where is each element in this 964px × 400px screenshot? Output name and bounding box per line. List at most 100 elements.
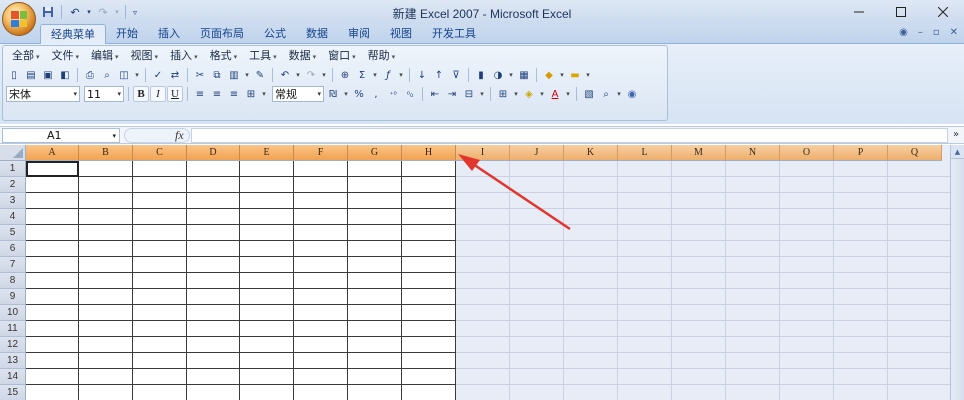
row-header-5[interactable]: 5 bbox=[0, 225, 26, 241]
clipart-dropdown-icon[interactable]: ▾ bbox=[558, 67, 566, 83]
merge-center-icon[interactable]: ⊞ bbox=[243, 86, 259, 102]
gridlines-icon[interactable]: ▦ bbox=[516, 67, 532, 83]
active-cell[interactable] bbox=[26, 161, 79, 177]
help-icon[interactable]: ◉ bbox=[624, 86, 640, 102]
font-color-dropdown-icon[interactable]: ▾ bbox=[564, 86, 572, 102]
tab-3[interactable]: 页面布局 bbox=[190, 24, 254, 44]
research-dropdown-icon[interactable]: ▾ bbox=[133, 67, 141, 83]
row-header-7[interactable]: 7 bbox=[0, 257, 26, 273]
name-box[interactable]: A1 ▾ bbox=[2, 128, 120, 143]
permission-icon[interactable]: ◧ bbox=[57, 67, 73, 83]
column-header-k[interactable]: K bbox=[564, 145, 618, 161]
menu-item-3[interactable]: 视图 ▾ bbox=[125, 48, 165, 64]
font-size-combo[interactable]: 11 ▾ bbox=[84, 86, 124, 102]
function-dropdown-icon[interactable]: ▾ bbox=[397, 67, 405, 83]
column-header-f[interactable]: F bbox=[294, 145, 348, 161]
filter-icon[interactable]: ⊽ bbox=[448, 67, 464, 83]
row-header-9[interactable]: 9 bbox=[0, 289, 26, 305]
autosum-icon[interactable]: Σ bbox=[354, 67, 370, 83]
tab-8[interactable]: 开发工具 bbox=[422, 24, 486, 44]
row-header-3[interactable]: 3 bbox=[0, 193, 26, 209]
save-icon[interactable]: ▣ bbox=[40, 67, 56, 83]
menu-item-5[interactable]: 格式 ▾ bbox=[204, 48, 244, 64]
selected-range[interactable] bbox=[26, 161, 456, 400]
row-header-12[interactable]: 12 bbox=[0, 337, 26, 353]
tab-6[interactable]: 审阅 bbox=[338, 24, 380, 44]
ribbon-close-icon[interactable]: ✕ bbox=[950, 27, 958, 38]
column-header-b[interactable]: B bbox=[79, 145, 133, 161]
folder-dropdown-icon[interactable]: ▾ bbox=[584, 67, 592, 83]
research-icon[interactable]: ◫ bbox=[116, 67, 132, 83]
increase-decimal-icon[interactable]: ⁺⁰ bbox=[385, 86, 401, 102]
formula-input[interactable] bbox=[191, 128, 948, 143]
copy-icon[interactable]: ⧉ bbox=[209, 67, 225, 83]
column-header-i[interactable]: I bbox=[456, 145, 510, 161]
scroll-up-icon[interactable]: ▲ bbox=[951, 145, 964, 159]
currency-dropdown-icon[interactable]: ▾ bbox=[342, 86, 350, 102]
ribbon-minimize-icon[interactable]: – bbox=[918, 27, 923, 38]
column-header-g[interactable]: G bbox=[348, 145, 402, 161]
expand-formula-bar-icon[interactable]: » bbox=[950, 128, 962, 143]
row-header-13[interactable]: 13 bbox=[0, 353, 26, 369]
chart-icon[interactable]: ▮ bbox=[473, 67, 489, 83]
redo-dropdown-icon[interactable]: ▾ bbox=[320, 67, 328, 83]
zoom-dropdown-icon[interactable]: ▾ bbox=[615, 86, 623, 102]
number-format-combo[interactable]: 常规 ▾ bbox=[272, 86, 324, 102]
row-header-4[interactable]: 4 bbox=[0, 209, 26, 225]
wrap-text-icon[interactable]: ⊟ bbox=[461, 86, 477, 102]
row-header-2[interactable]: 2 bbox=[0, 177, 26, 193]
font-name-combo[interactable]: 宋体 ▾ bbox=[6, 86, 80, 102]
row-header-10[interactable]: 10 bbox=[0, 305, 26, 321]
new-file-icon[interactable]: ▯ bbox=[6, 67, 22, 83]
ribbon-restore-icon[interactable]: ▫ bbox=[933, 27, 940, 38]
office-button[interactable] bbox=[2, 2, 36, 36]
row-header-14[interactable]: 14 bbox=[0, 369, 26, 385]
insert-function-button[interactable]: fx bbox=[175, 128, 184, 143]
sort-ascending-icon[interactable]: ↓ bbox=[414, 67, 430, 83]
column-header-c[interactable]: C bbox=[133, 145, 187, 161]
fill-color-icon[interactable]: ◈ bbox=[521, 86, 537, 102]
tab-4[interactable]: 公式 bbox=[254, 24, 296, 44]
column-header-p[interactable]: P bbox=[834, 145, 888, 161]
font-color-icon[interactable]: A bbox=[547, 86, 563, 102]
menu-item-1[interactable]: 文件 ▾ bbox=[46, 48, 86, 64]
menu-item-4[interactable]: 插入 ▾ bbox=[164, 48, 204, 64]
close-button[interactable] bbox=[922, 0, 964, 24]
print-preview-icon[interactable]: ⌕ bbox=[99, 67, 115, 83]
zoom-icon[interactable]: ⌕ bbox=[598, 86, 614, 102]
column-header-q[interactable]: Q bbox=[888, 145, 942, 161]
borders-dropdown-icon[interactable]: ▾ bbox=[512, 86, 520, 102]
paste-icon[interactable]: ▥ bbox=[226, 67, 242, 83]
tab-0[interactable]: 经典菜单 bbox=[40, 24, 106, 44]
menu-item-9[interactable]: 帮助 ▾ bbox=[362, 48, 402, 64]
currency-icon[interactable]: ₪ bbox=[325, 86, 341, 102]
folder-icon[interactable]: ▬ bbox=[567, 67, 583, 83]
merge-dropdown-icon[interactable]: ▾ bbox=[260, 86, 268, 102]
decrease-decimal-icon[interactable]: ⁰₀ bbox=[402, 86, 418, 102]
hyperlink-icon[interactable]: ⊕ bbox=[337, 67, 353, 83]
translate-icon[interactable]: ⇄ bbox=[167, 67, 183, 83]
row-header-11[interactable]: 11 bbox=[0, 321, 26, 337]
menu-item-0[interactable]: 全部 ▾ bbox=[6, 48, 46, 64]
tab-7[interactable]: 视图 bbox=[380, 24, 422, 44]
menu-item-7[interactable]: 数据 ▾ bbox=[283, 48, 323, 64]
column-header-e[interactable]: E bbox=[240, 145, 294, 161]
row-header-6[interactable]: 6 bbox=[0, 241, 26, 257]
column-header-l[interactable]: L bbox=[618, 145, 672, 161]
align-left-icon[interactable]: ≡ bbox=[192, 86, 208, 102]
comma-style-icon[interactable]: , bbox=[368, 86, 384, 102]
fill-color-dropdown-icon[interactable]: ▾ bbox=[538, 86, 546, 102]
cut-icon[interactable]: ✂ bbox=[192, 67, 208, 83]
borders-icon[interactable]: ⊞ bbox=[495, 86, 511, 102]
drawing-dropdown-icon[interactable]: ▾ bbox=[507, 67, 515, 83]
decrease-indent-icon[interactable]: ⇤ bbox=[427, 86, 443, 102]
clipart-icon[interactable]: ◆ bbox=[541, 67, 557, 83]
picture-icon[interactable]: ▧ bbox=[581, 86, 597, 102]
menu-item-8[interactable]: 窗口 ▾ bbox=[322, 48, 362, 64]
function-icon[interactable]: ƒ bbox=[380, 67, 396, 83]
column-header-a[interactable]: A bbox=[26, 145, 79, 161]
paste-dropdown-icon[interactable]: ▾ bbox=[243, 67, 251, 83]
tab-1[interactable]: 开始 bbox=[106, 24, 148, 44]
tab-5[interactable]: 数据 bbox=[296, 24, 338, 44]
underline-button[interactable]: U bbox=[167, 86, 183, 102]
